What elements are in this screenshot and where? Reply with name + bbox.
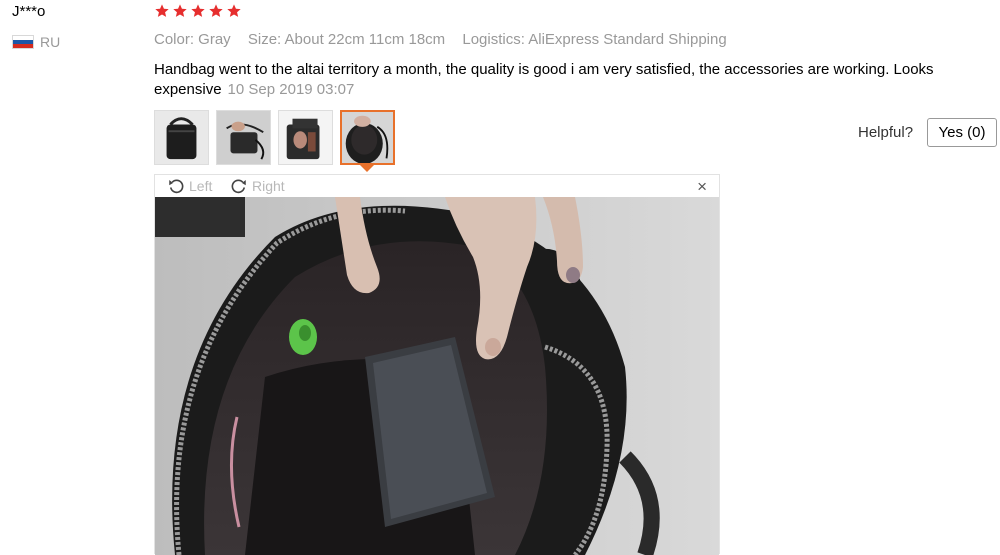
- reviewer-name: J***o: [12, 3, 46, 20]
- meta-color: Color: Gray: [154, 31, 231, 48]
- rotate-left-label: Left: [189, 178, 213, 194]
- star-rating: [154, 3, 242, 19]
- photo-thumbnail[interactable]: [216, 110, 271, 165]
- close-icon[interactable]: ×: [697, 177, 707, 197]
- photo-viewer: Left Right ×: [154, 174, 720, 555]
- photo-thumbnail-active[interactable]: [340, 110, 395, 165]
- review-meta: Color: Gray Size: About 22cm 11cm 18cm L…: [154, 31, 740, 48]
- rotate-right-icon: [231, 179, 246, 194]
- bag-photo-image: [279, 111, 332, 164]
- photo-thumbnail[interactable]: [278, 110, 333, 165]
- photo-thumbnail[interactable]: [154, 110, 209, 165]
- active-thumbnail-indicator: [360, 165, 374, 172]
- enlarged-photo: [155, 197, 719, 555]
- star-icon: [227, 4, 241, 17]
- photo-thumbnails: [154, 110, 395, 165]
- open-handbag-photo: [155, 197, 719, 555]
- star-icon: [209, 4, 223, 17]
- rotate-left-button[interactable]: Left: [167, 177, 212, 195]
- star-icon: [173, 4, 187, 17]
- bag-photo-image: [342, 112, 393, 163]
- review-text: Handbag went to the altai territory a mo…: [154, 60, 984, 100]
- helpful-yes-button[interactable]: Yes (0): [927, 118, 997, 147]
- reviewer-country: RU: [12, 33, 60, 51]
- meta-logistics: Logistics: AliExpress Standard Shipping: [462, 31, 727, 48]
- star-icon: [155, 4, 169, 17]
- bag-photo-image: [217, 111, 270, 164]
- star-icon: [191, 4, 205, 17]
- helpful-label: Helpful?: [858, 124, 914, 141]
- rotate-right-button[interactable]: Right: [230, 177, 285, 195]
- viewer-toolbar: Left Right ×: [155, 175, 719, 197]
- bag-photo-image: [155, 111, 208, 164]
- meta-size: Size: About 22cm 11cm 18cm: [247, 31, 446, 48]
- rotate-left-icon: [169, 179, 184, 194]
- russia-flag-icon: [12, 35, 34, 49]
- review-date: 10 Sep 2019 03:07: [227, 81, 355, 98]
- rotate-right-label: Right: [252, 178, 285, 194]
- country-code: RU: [40, 34, 61, 50]
